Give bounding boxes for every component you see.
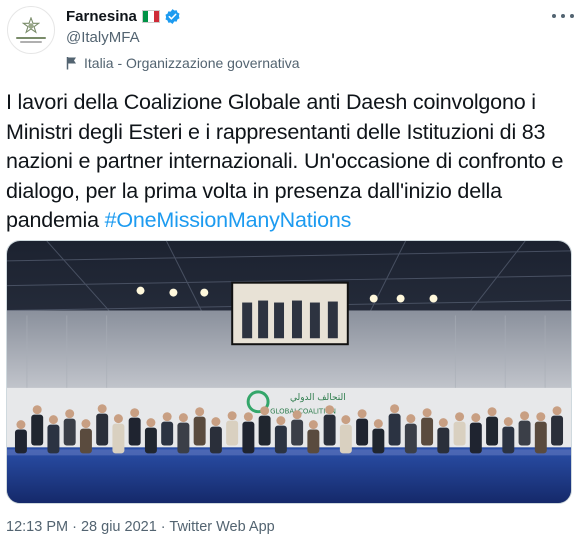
person-figure bbox=[356, 418, 369, 446]
person-figure bbox=[518, 420, 531, 446]
person-head bbox=[487, 407, 497, 417]
person-head bbox=[113, 414, 123, 424]
person-head bbox=[373, 419, 383, 429]
person-figure bbox=[469, 422, 482, 454]
flag-red-stripe bbox=[153, 10, 159, 22]
name-row: Farnesina bbox=[66, 6, 578, 26]
stage-floor bbox=[7, 447, 571, 503]
person-figure bbox=[388, 413, 401, 446]
person-figure bbox=[79, 428, 92, 454]
person-figure bbox=[307, 429, 320, 454]
person-head bbox=[130, 408, 140, 418]
person-head bbox=[146, 418, 156, 428]
person-head bbox=[243, 412, 253, 422]
person-head bbox=[162, 412, 172, 422]
person-figure bbox=[404, 423, 417, 454]
person-head bbox=[97, 404, 107, 414]
person-head bbox=[211, 417, 221, 427]
person-head bbox=[178, 413, 188, 423]
flag-icon bbox=[66, 57, 76, 70]
person-figure bbox=[291, 419, 304, 446]
more-options-button[interactable] bbox=[552, 8, 574, 24]
person-figure bbox=[453, 421, 466, 446]
person-head bbox=[325, 405, 335, 415]
person-figure bbox=[258, 415, 271, 446]
person-figure bbox=[47, 424, 60, 454]
person-figure bbox=[161, 421, 174, 446]
person-figure bbox=[551, 415, 564, 446]
person-head bbox=[357, 409, 367, 419]
person-head bbox=[520, 411, 530, 421]
tweet-card: Farnesina @ItalyMFA Italia - Organizzazi… bbox=[0, 0, 588, 541]
person-head bbox=[227, 411, 237, 421]
person-figure bbox=[226, 420, 239, 446]
separator: · bbox=[156, 519, 170, 535]
person-figure bbox=[63, 418, 76, 446]
person-head bbox=[48, 415, 58, 425]
person-figure bbox=[502, 426, 515, 454]
account-label: Italia - Organizzazione governativa bbox=[66, 54, 578, 72]
person-figure bbox=[437, 427, 450, 454]
person-figure bbox=[339, 424, 352, 454]
person-head bbox=[65, 409, 75, 419]
person-head bbox=[390, 404, 400, 414]
italian-flag-icon bbox=[141, 9, 160, 23]
person-figure bbox=[534, 421, 547, 454]
person-head bbox=[455, 412, 465, 422]
tweet-date[interactable]: 28 giu 2021 bbox=[81, 519, 157, 535]
person-figure bbox=[96, 413, 109, 446]
person-figure bbox=[177, 422, 190, 454]
person-head bbox=[16, 420, 26, 430]
person-head bbox=[195, 407, 205, 417]
person-head bbox=[292, 410, 302, 420]
person-figure bbox=[242, 421, 255, 454]
tweet-source[interactable]: Twitter Web App bbox=[169, 519, 274, 535]
person-figure bbox=[112, 423, 125, 454]
person-head bbox=[406, 414, 416, 424]
person-head bbox=[471, 413, 481, 423]
person-head bbox=[341, 415, 351, 425]
tweet-text: I lavori della Coalizione Globale anti D… bbox=[6, 88, 584, 236]
dot-icon bbox=[561, 14, 565, 18]
person-head bbox=[552, 406, 562, 416]
person-figure bbox=[421, 417, 434, 446]
group-photo: التحالف الدولي GLOBALCOALITION bbox=[7, 241, 571, 503]
verified-badge-icon bbox=[165, 8, 180, 24]
avatar[interactable] bbox=[7, 6, 55, 54]
italian-emblem-icon bbox=[22, 17, 40, 34]
person-figure bbox=[193, 416, 206, 446]
person-head bbox=[308, 420, 318, 430]
separator: · bbox=[68, 519, 81, 535]
person-figure bbox=[274, 425, 287, 454]
person-figure bbox=[372, 428, 385, 454]
person-head bbox=[81, 419, 91, 429]
person-head bbox=[260, 406, 270, 416]
hashtag-link[interactable]: #OneMissionManyNations bbox=[105, 208, 352, 232]
person-figure bbox=[486, 416, 499, 446]
avatar-text-line bbox=[20, 41, 42, 43]
tweet-metadata: 12:13 PM · 28 giu 2021 · Twitter Web App bbox=[6, 519, 275, 535]
person-figure bbox=[209, 426, 222, 454]
tweet-photo[interactable]: التحالف الدولي GLOBALCOALITION bbox=[6, 240, 572, 504]
person-head bbox=[32, 405, 42, 415]
handle[interactable]: @ItalyMFA bbox=[66, 29, 578, 47]
account-label-text: Italia - Organizzazione governativa bbox=[84, 55, 300, 71]
tweet-time[interactable]: 12:13 PM bbox=[6, 519, 68, 535]
dot-icon bbox=[570, 14, 574, 18]
person-figure bbox=[14, 429, 27, 454]
person-figure bbox=[323, 414, 336, 446]
dot-icon bbox=[552, 14, 556, 18]
person-figure bbox=[128, 417, 141, 446]
person-head bbox=[438, 418, 448, 428]
person-head bbox=[422, 408, 432, 418]
person-head bbox=[536, 412, 546, 422]
avatar-text-line bbox=[16, 37, 46, 39]
person-head bbox=[503, 417, 513, 427]
display-name[interactable]: Farnesina bbox=[66, 8, 137, 25]
person-head bbox=[276, 416, 286, 426]
banner-arabic-text: التحالف الدولي bbox=[290, 393, 346, 403]
person-figure bbox=[31, 414, 44, 446]
tweet-header: Farnesina @ItalyMFA Italia - Organizzazi… bbox=[66, 6, 578, 72]
person-figure bbox=[144, 427, 157, 454]
